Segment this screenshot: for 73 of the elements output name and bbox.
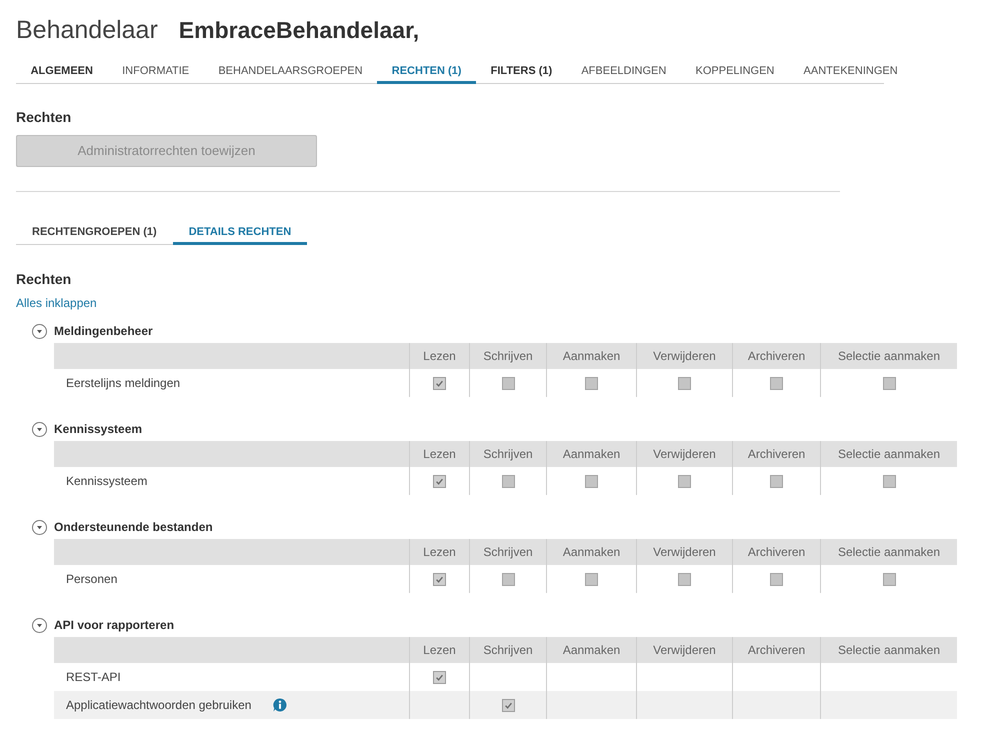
section-heading: Rechten [16,109,72,125]
collapse-toggle-icon[interactable] [32,422,47,436]
checkbox[interactable] [433,376,446,390]
column-header: Lezen [423,348,456,365]
column-header: Verwijderen [653,642,716,659]
column-header: Schrijven [483,446,533,463]
checkbox[interactable] [678,376,691,390]
column-header: Verwijderen [653,348,716,365]
column-header: Aanmaken [562,348,620,365]
column-header: Aanmaken [562,446,620,463]
column-header: Verwijderen [653,544,716,561]
tab[interactable]: DETAILS RECHTEN [172,221,308,245]
column-header: Selectie aanmaken [838,446,940,463]
checkbox[interactable] [882,572,896,586]
page-title-name: EmbraceBehandelaar, [178,16,420,45]
checkbox[interactable] [433,670,446,684]
column-header: Verwijderen [653,446,716,463]
permission-label: Applicatiewachtwoorden gebruiken [66,697,252,714]
checkbox[interactable] [585,474,598,488]
checkbox[interactable] [433,474,446,488]
column-header: Lezen [423,642,456,659]
checkbox[interactable] [770,474,783,488]
column-header: Lezen [423,446,456,463]
checkbox[interactable] [882,474,896,488]
checkbox[interactable] [585,572,598,586]
tab[interactable]: RECHTENGROEPEN (1) [16,221,173,245]
collapse-toggle-icon[interactable] [32,520,47,534]
tab[interactable]: BEHANDELAARSGROEPEN [204,58,378,84]
tab[interactable]: FILTERS (1) [476,58,567,84]
permission-label: REST-API [66,669,121,686]
column-header: Selectie aanmaken [838,642,940,659]
checkbox[interactable] [502,572,514,586]
collapse-toggle-icon[interactable] [32,618,47,632]
permission-label: Kennissysteem [66,473,148,490]
group-title: API voor rapporteren [54,617,174,633]
checkbox[interactable] [678,474,691,488]
page-title-label: Behandelaar [16,15,158,45]
column-header: Archiveren [748,544,806,561]
column-header: Schrijven [483,348,533,365]
collapse-toggle-icon[interactable] [32,324,47,338]
checkbox[interactable] [678,572,691,586]
checkbox[interactable] [502,474,514,488]
column-header: Archiveren [748,446,806,463]
column-header: Schrijven [483,642,533,659]
checkbox[interactable] [770,572,783,586]
section-heading: Rechten [16,271,72,287]
column-header: Schrijven [483,544,533,561]
column-header: Archiveren [748,642,806,659]
checkbox[interactable] [770,376,783,390]
tab[interactable]: AANTEKENINGEN [788,58,912,84]
permission-label: Eerstelijns meldingen [66,375,180,392]
collapse-all-link[interactable]: Alles inklappen [16,296,97,310]
column-header: Selectie aanmaken [838,544,940,561]
tab[interactable]: AFBEELDINGEN [566,58,681,84]
group-title: Kennissysteem [54,421,142,437]
info-icon[interactable] [273,698,288,712]
checkbox[interactable] [882,376,896,390]
checkbox[interactable] [502,698,514,712]
checkbox[interactable] [433,572,446,586]
tab[interactable]: ALGEMEEN [16,58,108,84]
column-header: Lezen [423,544,456,561]
checkbox[interactable] [585,376,598,390]
tab[interactable]: KOPPELINGEN [680,58,789,84]
group-title: Meldingenbeheer [54,323,153,339]
tab[interactable]: INFORMATIE [108,58,204,84]
column-header: Selectie aanmaken [838,348,940,365]
tab[interactable]: RECHTEN (1) [377,58,476,84]
permission-label: Personen [66,571,118,588]
column-header: Aanmaken [562,544,620,561]
checkbox[interactable] [502,376,514,390]
group-title: Ondersteunende bestanden [54,519,213,535]
column-header: Archiveren [748,348,806,365]
column-header: Aanmaken [562,642,620,659]
